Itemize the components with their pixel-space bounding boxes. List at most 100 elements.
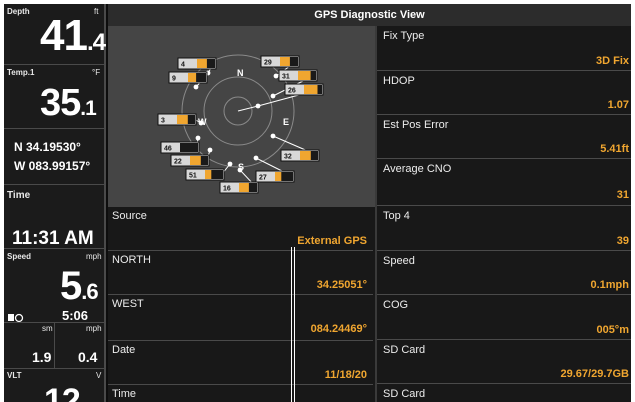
- satellite-dot: [255, 103, 261, 109]
- voltage-label: VLT: [7, 371, 22, 380]
- divider: [4, 64, 104, 65]
- satellite-marker: 46: [160, 135, 201, 154]
- info-row: Source External GPS: [108, 207, 373, 251]
- satellite-id: 4: [181, 62, 185, 69]
- satellite-id: 9: [172, 76, 176, 83]
- stat-value: 005°m: [596, 324, 629, 336]
- info-row: WEST 084.24469°: [108, 295, 373, 341]
- signal-bar-fill: [304, 85, 318, 94]
- speed-label: Speed: [7, 252, 32, 261]
- satellite-id: 31: [282, 74, 290, 81]
- depth-value: 41.4: [40, 11, 106, 60]
- compass-n: N: [237, 68, 244, 78]
- stat-row: SD Card: [377, 384, 631, 402]
- stat-label: SD Card: [383, 388, 426, 400]
- distance-unit: sm: [42, 324, 53, 333]
- signal-bar-fill: [300, 151, 311, 160]
- stat-label: Average CNO: [383, 163, 452, 175]
- trip-speed-unit: mph: [86, 324, 102, 333]
- stat-label: Top 4: [383, 210, 410, 222]
- divider: [54, 322, 55, 368]
- info-row: Time: [108, 385, 373, 402]
- speed-value: 5.6: [60, 264, 99, 308]
- stat-label: Fix Type: [383, 30, 425, 42]
- satellite-id: 51: [189, 173, 197, 180]
- temp-unit: °F: [92, 68, 101, 77]
- satellite-dot: [193, 84, 199, 90]
- depth-label: Depth: [7, 7, 30, 16]
- satellite-dot: [227, 161, 233, 167]
- stat-value: 0.1mph: [590, 279, 629, 291]
- info-value: 11/18/20: [324, 369, 367, 381]
- signal-bar-fill: [177, 115, 188, 124]
- divider: [4, 184, 104, 185]
- info-value: 084.24469°: [310, 323, 367, 335]
- gps-source-info: Source External GPS NORTH 34.25051° WEST…: [108, 207, 375, 402]
- satellite-id: 29: [264, 60, 272, 67]
- signal-bar-fill: [197, 59, 207, 68]
- signal-bar-fill: [239, 183, 249, 192]
- info-value: External GPS: [297, 235, 367, 247]
- satellite-id: 22: [174, 159, 182, 166]
- timer-icon: [8, 310, 24, 323]
- satellite-id: 26: [288, 88, 296, 95]
- info-label: Time: [112, 388, 137, 400]
- signal-bar-fill: [190, 156, 201, 165]
- voltage-unit: V: [96, 371, 102, 380]
- stat-label: COG: [383, 299, 409, 311]
- signal-bar-fill: [188, 73, 197, 82]
- voltage-value: 12: [44, 382, 81, 402]
- stat-row: Average CNO 31: [377, 159, 631, 206]
- compass-e: E: [283, 117, 289, 127]
- satellite-id: 27: [259, 175, 267, 182]
- stat-value: 39: [616, 235, 629, 247]
- stat-row: COG 005°m: [377, 295, 631, 340]
- time-label: Time: [7, 190, 31, 201]
- cursor-line: [291, 247, 295, 402]
- stat-row: Top 4 39: [377, 206, 631, 251]
- signal-bar-fill: [298, 71, 311, 80]
- divider: [4, 248, 104, 249]
- stat-value: 29.67/29.7GB: [560, 368, 630, 380]
- satellite-id: 3: [161, 118, 165, 125]
- satellite-connector: [237, 105, 259, 112]
- satellite-dot: [195, 135, 201, 141]
- info-label: WEST: [112, 298, 144, 310]
- trip-distance: 1.9: [32, 349, 52, 365]
- info-label: Date: [112, 344, 136, 356]
- signal-bar-fill: [275, 172, 282, 181]
- trip-speed: 0.4: [78, 349, 98, 365]
- stat-label: SD Card: [383, 344, 426, 356]
- stat-value: 1.07: [607, 99, 629, 111]
- satellite-dot: [273, 73, 279, 79]
- divider: [4, 368, 104, 369]
- satellite-sky-view: 4 9 29 31 26 3 46 22 32 51 27 16 N E S W: [108, 26, 375, 207]
- latitude: N 34.19530°: [14, 140, 81, 154]
- temp-label: Temp.1: [7, 68, 35, 77]
- stat-value: 31: [616, 189, 629, 201]
- satellite-id: 32: [284, 154, 292, 161]
- info-value: 34.25051°: [316, 279, 367, 291]
- divider: [4, 128, 104, 129]
- satellite-marker: 26: [237, 83, 324, 112]
- gps-diagnostic-screen: Depth ft 41.4 Temp.1 °F 35.1 N 34.19530°…: [4, 4, 631, 402]
- stat-value: 3D Fix: [595, 55, 629, 67]
- stat-label: Speed: [383, 255, 415, 267]
- view-title: GPS Diagnostic View: [108, 4, 631, 26]
- signal-bar-track: [180, 143, 198, 152]
- stat-row: SD Card 29.67/29.7GB: [377, 340, 631, 384]
- satellite-dot: [253, 155, 259, 161]
- data-overlay-panel: Depth ft 41.4 Temp.1 °F 35.1 N 34.19530°…: [4, 4, 106, 402]
- temp-value: 35.1: [40, 82, 97, 124]
- info-row: Date 11/18/20: [108, 341, 373, 385]
- info-label: Source: [112, 210, 147, 222]
- satellite-dot: [270, 93, 276, 99]
- longitude: W 083.99157°: [14, 159, 91, 173]
- satellite-id: 16: [223, 186, 231, 193]
- satellite-id: 46: [164, 146, 172, 153]
- stat-row: Est Pos Error 5.41ft: [377, 115, 631, 159]
- satellite-dot: [207, 147, 213, 153]
- stat-row: HDOP 1.07: [377, 71, 631, 115]
- speed-unit: mph: [86, 252, 102, 261]
- satellite-dot: [270, 133, 276, 139]
